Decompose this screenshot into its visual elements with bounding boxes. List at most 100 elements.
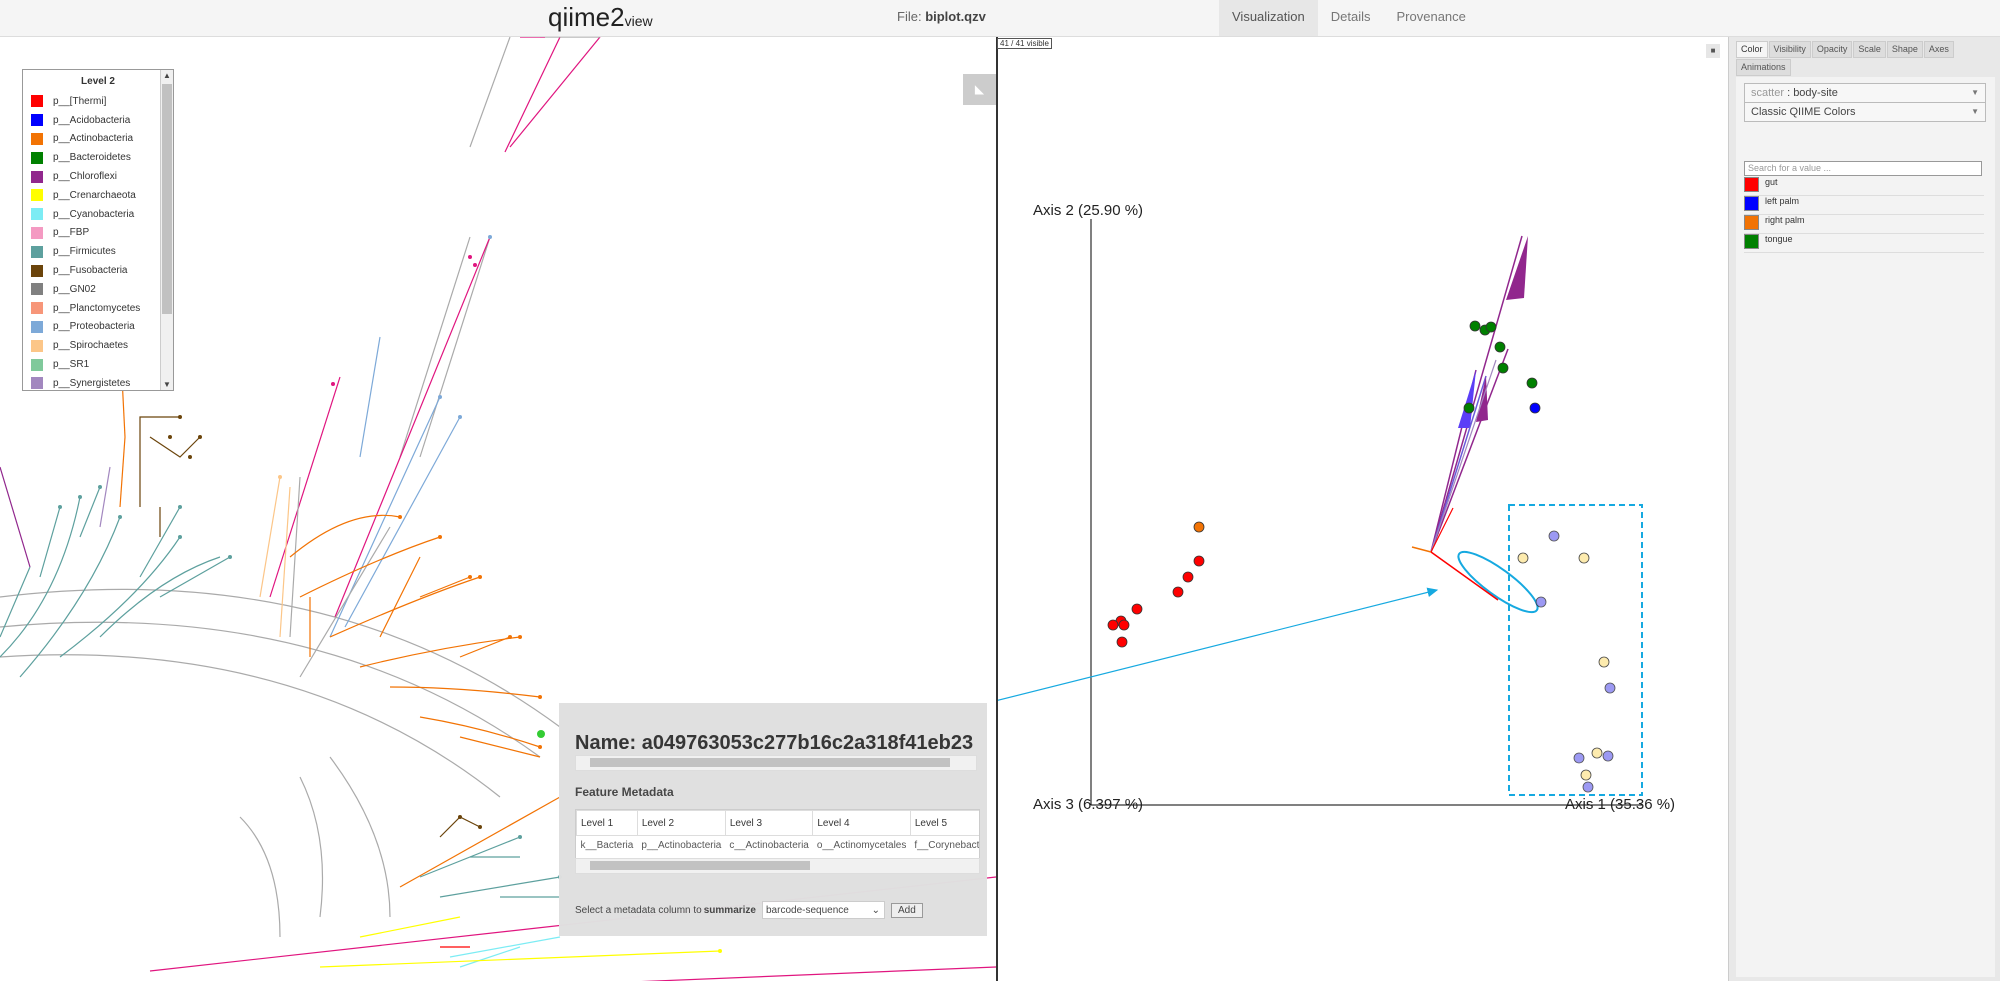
category-row: right palm [1744,215,1984,234]
legend-label: p__Spirochaetes [53,340,129,352]
visible-count: 41 / 41 visible [997,38,1052,49]
table-cell: k__Bacteria [580,840,634,851]
legend-swatch [31,132,43,145]
legend-label: p__Acidobacteria [53,114,131,126]
tab-shape[interactable]: Shape [1886,41,1923,58]
chevron-down-icon: ▼ [1971,88,1979,97]
feature-name: Name: a049763053c277b16c2a318f41eb23 [575,732,974,754]
table-cell: f__Corynebact [914,840,980,851]
tab-axes[interactable]: Axes [1923,41,1954,58]
legend-list: p__[Thermi] p__Acidobacteria p__Actinoba… [31,92,140,393]
legend-label: p__Firmicutes [53,246,116,258]
legend-item: p__Actinobacteria [31,130,140,149]
legend-label: p__Synergistetes [53,377,131,389]
axis-1-label: Axis 1 (35.36 %) [1565,796,1676,813]
add-button[interactable]: Add [891,902,923,918]
color-swatch[interactable] [1744,196,1759,211]
legend-swatch [31,283,43,296]
legend-label: p__GN02 [53,283,96,295]
legend-item: p__Fusobacteria [31,261,140,280]
top-bar: qiime2view File: biplot.qzv Visualizatio… [0,0,2000,37]
metadata-column-select[interactable]: barcode-sequence ⌄ [762,901,885,919]
emperor-controls: Color Visibility Opacity Scale Shape Axe… [1728,37,2000,981]
legend-swatch [31,358,43,371]
legend-item: p__Crenarchaeota [31,186,140,205]
arrow-icon[interactable]: ◣ [963,74,996,105]
table-scroll-thumb[interactable] [590,861,810,870]
color-swatch[interactable] [1744,234,1759,249]
legend-scroll-thumb[interactable] [162,84,172,314]
file-prefix: File: [897,9,922,24]
category-label: right palm [1765,215,1805,225]
color-swatch[interactable] [1744,177,1759,192]
legend-item: p__Proteobacteria [31,318,140,337]
category-label: gut [1765,177,1778,187]
tab-animations[interactable]: Animations [1736,59,1791,76]
name-scroll-thumb[interactable] [590,758,950,767]
tab-details[interactable]: Details [1318,0,1384,36]
legend-label: p__Crenarchaeota [53,189,136,201]
table-row: k__Bacteria p__Actinobacteria c__Actinob… [577,836,980,856]
table-scrollbar[interactable] [575,858,980,874]
category-row: left palm [1744,196,1984,215]
table-cell: o__Actinomycetales [816,840,907,851]
color-swatch[interactable] [1744,215,1759,230]
category-label: tongue [1765,234,1793,244]
legend-label: p__SR1 [53,359,90,371]
logo-suffix: view [624,13,653,29]
legend-swatch [31,339,43,352]
column-header: Level 4 [812,810,911,836]
legend-scrollbar[interactable]: ▲ ▼ [160,70,173,390]
legend-swatch [31,226,43,239]
column-header: Level 1 [576,810,638,836]
legend-label: p__[Thermi] [53,95,107,107]
value-search-input[interactable]: Search for a value ... [1744,161,1982,176]
legend-item: p__Chloroflexi [31,167,140,186]
legend-label: p__Bacteroidetes [53,152,131,164]
tab-scale[interactable]: Scale [1853,41,1886,58]
colormap-select[interactable]: Classic QIIME Colors ▼ [1744,102,1986,122]
legend-label: p__Proteobacteria [53,321,135,333]
column-header: Level 5 [909,810,979,836]
file-label: File: biplot.qzv [897,9,986,24]
legend-swatch [31,208,43,221]
toggle-panel-icon[interactable]: ■ [1706,44,1720,58]
emperor-scatter-panel[interactable] [986,37,1728,981]
legend-label: p__FBP [53,227,90,239]
tab-provenance[interactable]: Provenance [1384,0,1479,36]
summarize-label: Select a metadata column to [575,904,702,916]
legend-item: p__Firmicutes [31,242,140,261]
chevron-down-icon: ⌄ [871,905,880,916]
legend-swatch [31,151,43,164]
table-cell: c__Actinobacteria [729,840,809,851]
legend-item: p__SR1 [31,355,140,374]
table-cell: p__Actinobacteria [641,840,722,851]
tab-opacity[interactable]: Opacity [1811,41,1853,58]
tab-visualization[interactable]: Visualization [1219,0,1318,36]
view-tabs: Visualization Details Provenance [1219,0,1479,36]
legend-swatch [31,114,43,127]
tree-legend[interactable]: Level 2 p__[Thermi] p__Acidobacteria p__… [22,69,174,391]
legend-item: p__Cyanobacteria [31,205,140,224]
scroll-down-icon[interactable]: ▼ [163,380,171,389]
tab-color[interactable]: Color [1736,41,1768,58]
legend-label: p__Actinobacteria [53,133,134,145]
legend-swatch [31,302,43,315]
scroll-up-icon[interactable]: ▲ [163,71,171,80]
chevron-down-icon: ▼ [1971,107,1979,116]
legend-swatch [31,189,43,202]
color-tab-panel: scatter : body-site ▼ Classic QIIME Colo… [1736,77,1995,977]
name-scrollbar[interactable] [575,755,977,771]
scatter-plot[interactable] [986,37,1728,981]
legend-swatch [31,264,43,277]
select-value: barcode-sequence [766,905,849,916]
category-select[interactable]: scatter : body-site ▼ [1744,83,1986,103]
legend-label: p__Planctomycetes [53,302,141,314]
category-row: gut [1744,177,1984,196]
legend-label: p__Cyanobacteria [53,208,135,220]
table-header-row: Level 1 Level 2 Level 3 Level 4 Level 5 [576,810,979,836]
category-label: left palm [1765,196,1800,206]
tab-visibility[interactable]: Visibility [1768,41,1811,58]
column-header: Level 3 [724,810,814,836]
legend-swatch [31,320,43,333]
